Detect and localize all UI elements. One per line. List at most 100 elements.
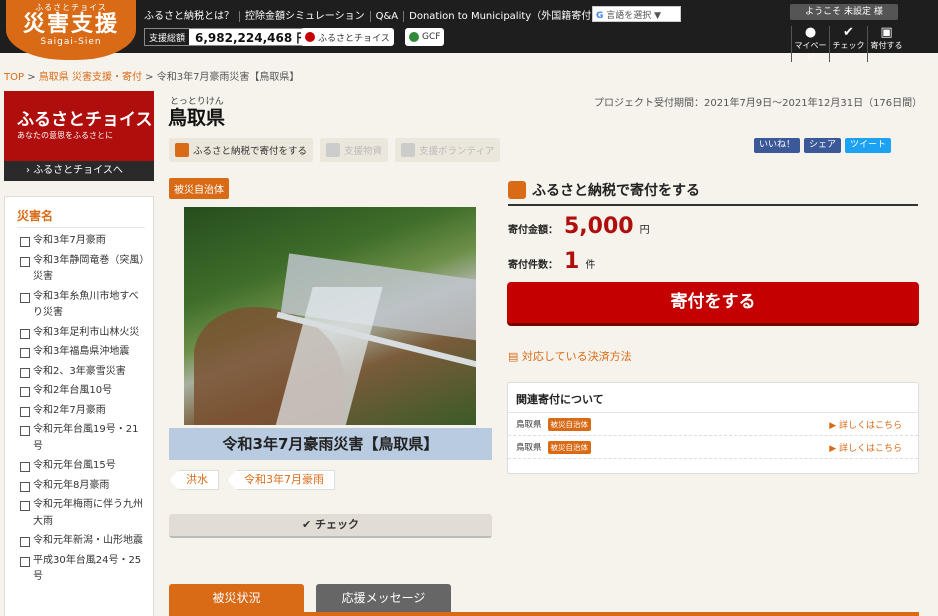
donation-amount-label: 寄付金額：: [508, 225, 558, 236]
disaster-photo: [184, 207, 476, 425]
welcome-message: ようこそ 未設定 様: [790, 4, 898, 20]
breadcrumb-separator: >: [24, 72, 39, 83]
sidebar-heading: 災害名: [17, 207, 145, 228]
tweet-button[interactable]: ツイート: [845, 138, 892, 153]
tab-volunteer[interactable]: 支援ボランティア: [395, 138, 501, 162]
disaster-item[interactable]: 令和3年糸魚川市地すべり災害: [17, 289, 145, 322]
total-support-label: 支援総額: [145, 30, 190, 44]
disaster-item[interactable]: 令和元年台風19号・21号: [17, 422, 145, 455]
gcf-label: GCF: [422, 32, 441, 42]
related-donations: 関連寄付について 鳥取県 被災自治体 ▶ 詳しくはこちら 鳥取県 被災自治体 ▶…: [507, 382, 919, 474]
disaster-item[interactable]: 令和3年福島県沖地震: [17, 344, 145, 361]
disaster-item[interactable]: 令和2、3年豪雪災害: [17, 364, 145, 381]
language-select[interactable]: G 言語を選択 ▼: [592, 6, 681, 22]
donation-count: 寄付件数： 1 件: [508, 249, 595, 274]
disaster-item[interactable]: 令和元年梅雨に伴う九州大雨: [17, 497, 145, 530]
donate-header-label: 寄付する: [870, 41, 903, 50]
breadcrumb-current: 令和3年7月豪雨災害【鳥取県】: [156, 72, 300, 83]
nav-link-simulation[interactable]: 控除金額シミュレーション: [240, 11, 371, 22]
gift-icon: ▣: [880, 25, 893, 40]
donate-header-button[interactable]: ▣ 寄付する: [867, 26, 905, 62]
tag-disaster[interactable]: 令和3年7月豪雨: [227, 470, 335, 490]
status-badge: 被災自治体: [169, 178, 229, 199]
check-icon: ✔: [843, 25, 854, 40]
related-details-link[interactable]: ▶ 詳しくはこちら: [829, 441, 902, 454]
donation-count-value: 1: [564, 249, 580, 274]
donation-heading-label: ふるさと納税で寄付をする: [532, 183, 700, 199]
check-list-label: チェック: [832, 41, 865, 50]
facebook-like-button[interactable]: いいね！: [754, 138, 801, 153]
disaster-sidebar: 災害名 令和3年7月豪雨 令和3年静岡竜巻（突風）災害 令和3年糸魚川市地すべり…: [4, 196, 154, 616]
tab-label: 支援物資: [344, 146, 383, 157]
disaster-item[interactable]: 令和元年新潟・山形地震: [17, 533, 145, 550]
donation-amount-unit: 円: [639, 225, 650, 236]
breadcrumb: TOP > 鳥取県 災害支援・寄付 > 令和3年7月豪雨災害【鳥取県】: [4, 68, 299, 83]
disaster-item[interactable]: 平成30年台風24号・25号: [17, 553, 145, 586]
gcf-link[interactable]: GCF: [405, 28, 445, 46]
total-support: 支援総額 6,982,224,468 円: [144, 28, 316, 46]
support-tabs: ふるさと納税で寄付をする 支援物資 支援ボランティア: [169, 138, 501, 162]
project-period: プロジェクト受付期間：2021年7月9日〜2021年12月31日（176日間）: [594, 98, 923, 109]
tab-furusato-donation[interactable]: ふるさと納税で寄付をする: [169, 138, 314, 162]
payment-methods-label: 対応している決済方法: [521, 350, 632, 363]
user-icon: ●: [804, 25, 817, 40]
furusato-choice-banner[interactable]: ふるさとチョイス あなたの意思をふるさとに › ふるさとチョイスへ: [4, 91, 154, 181]
banner-link-label: ふるさとチョイスへ: [33, 165, 123, 176]
social-buttons: いいね！ シェア ツイート: [754, 138, 892, 153]
payment-methods-link[interactable]: ▤ 対応している決済方法: [508, 348, 632, 364]
handshake-icon: [401, 143, 416, 157]
tab-underline: [169, 612, 919, 616]
check-button[interactable]: ✔ チェック: [169, 514, 492, 538]
header-icon-menu: ● マイページ ✔ チェック ▣ 寄付する: [791, 26, 905, 62]
disaster-item[interactable]: 令和3年足利市山林火災: [17, 325, 145, 342]
donation-count-unit: 件: [585, 260, 596, 271]
disaster-item[interactable]: 令和元年8月豪雨: [17, 478, 145, 495]
breadcrumb-top[interactable]: TOP: [4, 72, 24, 83]
disaster-item[interactable]: 令和2年7月豪雨: [17, 403, 145, 420]
disaster-list: 令和3年7月豪雨 令和3年静岡竜巻（突風）災害 令和3年糸魚川市地すべり災害 令…: [17, 233, 145, 586]
related-badge: 被災自治体: [547, 440, 592, 454]
logo-romaji: Saigai-Sien: [40, 37, 102, 47]
check-list-button[interactable]: ✔ チェック: [829, 26, 867, 62]
disaster-item[interactable]: 令和3年静岡竜巻（突風）災害: [17, 253, 145, 286]
donation-amount: 寄付金額： 5,000 円: [508, 214, 650, 239]
banner-tagline: あなたの意思をふるさとに: [17, 131, 113, 140]
logo-title: 災害支援: [22, 12, 119, 37]
tag-flood[interactable]: 洪水: [169, 470, 219, 490]
breadcrumb-separator: >: [141, 72, 157, 83]
related-row: 鳥取県 被災自治体 ▶ 詳しくはこちら: [508, 413, 918, 436]
breadcrumb-section[interactable]: 鳥取県 災害支援・寄付: [39, 72, 142, 83]
donation-amount-value: 5,000: [564, 214, 634, 239]
related-row: 鳥取県 被災自治体 ▶ 詳しくはこちら: [508, 436, 918, 459]
mypage-button[interactable]: ● マイページ: [791, 26, 829, 62]
donate-button[interactable]: 寄付をする: [507, 282, 919, 326]
total-support-value: 6,982,224,468 円: [189, 29, 315, 45]
choice-logo-icon: [305, 32, 315, 42]
nav-link-about[interactable]: ふるさと納税とは？: [144, 11, 240, 22]
related-name: 鳥取県: [516, 443, 542, 453]
related-badge: 被災自治体: [547, 417, 592, 431]
tag-list: 洪水 令和3年7月豪雨: [169, 470, 335, 490]
disaster-item[interactable]: 令和元年台風15号: [17, 458, 145, 475]
furusato-choice-link[interactable]: ふるさとチョイス: [301, 28, 394, 46]
nav-link-qa[interactable]: Q&A: [370, 11, 405, 22]
disaster-item[interactable]: 令和2年台風10号: [17, 383, 145, 400]
tab-label: 支援ボランティア: [419, 146, 495, 157]
facebook-share-button[interactable]: シェア: [804, 138, 842, 153]
related-details-link[interactable]: ▶ 詳しくはこちら: [829, 418, 902, 431]
photo-caption: 令和3年7月豪雨災害【鳥取県】: [169, 428, 492, 460]
banner-title: ふるさとチョイス: [17, 110, 153, 130]
donation-box-icon: [508, 181, 526, 199]
top-nav: ふるさと納税とは？ 控除金額シミュレーション Q&A Donation to Muni…: [144, 7, 626, 22]
donation-count-label: 寄付件数：: [508, 260, 558, 271]
site-logo[interactable]: ふるさとチョイス 災害支援 Saigai-Sien: [6, 0, 136, 60]
box-icon: [326, 143, 341, 157]
google-icon: G: [596, 11, 604, 21]
disaster-item[interactable]: 令和3年7月豪雨: [17, 233, 145, 250]
tab-relief-supplies[interactable]: 支援物資: [320, 138, 389, 162]
site-header: ふるさとチョイス 災害支援 Saigai-Sien ふるさと納税とは？ 控除金額シ…: [0, 0, 938, 62]
chevron-down-icon: ▼: [654, 11, 662, 21]
gcf-logo-icon: [409, 32, 419, 42]
banner-link[interactable]: › ふるさとチョイスへ: [4, 161, 154, 181]
tab-label: ふるさと納税で寄付をする: [193, 146, 308, 157]
